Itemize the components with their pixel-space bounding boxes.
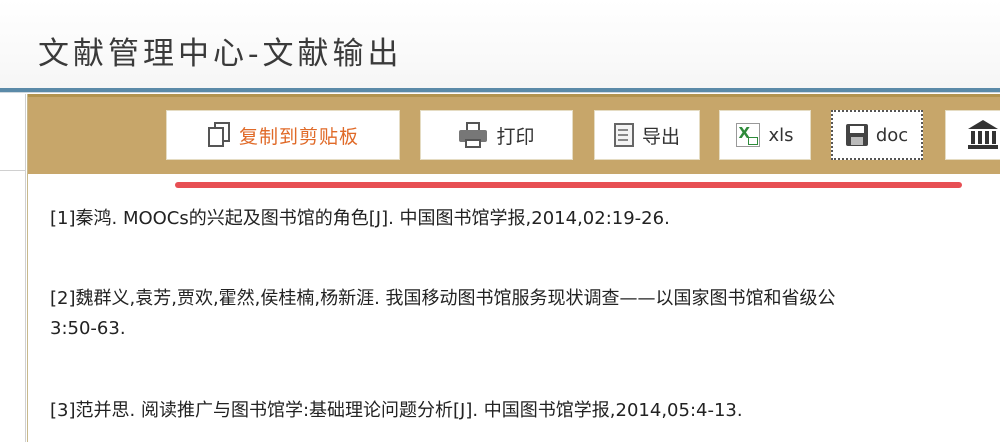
print-button-label: 打印 [496, 125, 535, 148]
library-icon [968, 120, 998, 150]
header-divider [0, 88, 1000, 93]
export-button[interactable]: 导出 [594, 110, 700, 160]
sidebar-divider [0, 170, 26, 171]
reference-item: [3]范并思. 阅读推广与图书馆学:基础理论问题分析[J]. 中国图书馆学报,2… [50, 400, 743, 421]
xls-button-label: xls [768, 124, 794, 146]
copy-to-clipboard-button[interactable]: 复制到剪贴板 [166, 110, 400, 160]
page-title: 文献管理中心-文献输出 [38, 36, 403, 72]
library-button[interactable] [945, 110, 1000, 160]
reference-item-continuation: 3:50-63. [50, 318, 126, 339]
copy-button-label: 复制到剪贴板 [238, 125, 359, 148]
doc-button-label: doc [875, 124, 909, 146]
export-button-label: 导出 [641, 125, 680, 148]
save-icon [845, 124, 868, 146]
excel-icon: X [736, 123, 761, 147]
printer-icon [458, 122, 488, 148]
highlight-underline [175, 182, 962, 188]
export-xls-button[interactable]: X xls [719, 110, 811, 160]
export-panel: 复制到剪贴板 打印 导出 X xls doc [1]秦鸿. MOOCs的兴起及图… [27, 94, 1000, 442]
print-button[interactable]: 打印 [420, 110, 573, 160]
document-icon [613, 123, 634, 147]
left-sidebar-edge [0, 94, 26, 442]
export-toolbar: 复制到剪贴板 打印 导出 X xls doc [28, 94, 1000, 174]
reference-item: [1]秦鸿. MOOCs的兴起及图书馆的角色[J]. 中国图书馆学报,2014,… [50, 208, 670, 229]
copy-icon [207, 121, 231, 149]
page-header: 文献管理中心-文献输出 [0, 0, 1000, 88]
export-doc-button[interactable]: doc [831, 110, 923, 160]
reference-item: [2]魏群义,袁芳,贾欢,霍然,侯桂楠,杨新涯. 我国移动图书馆服务现状调查——… [50, 288, 836, 309]
